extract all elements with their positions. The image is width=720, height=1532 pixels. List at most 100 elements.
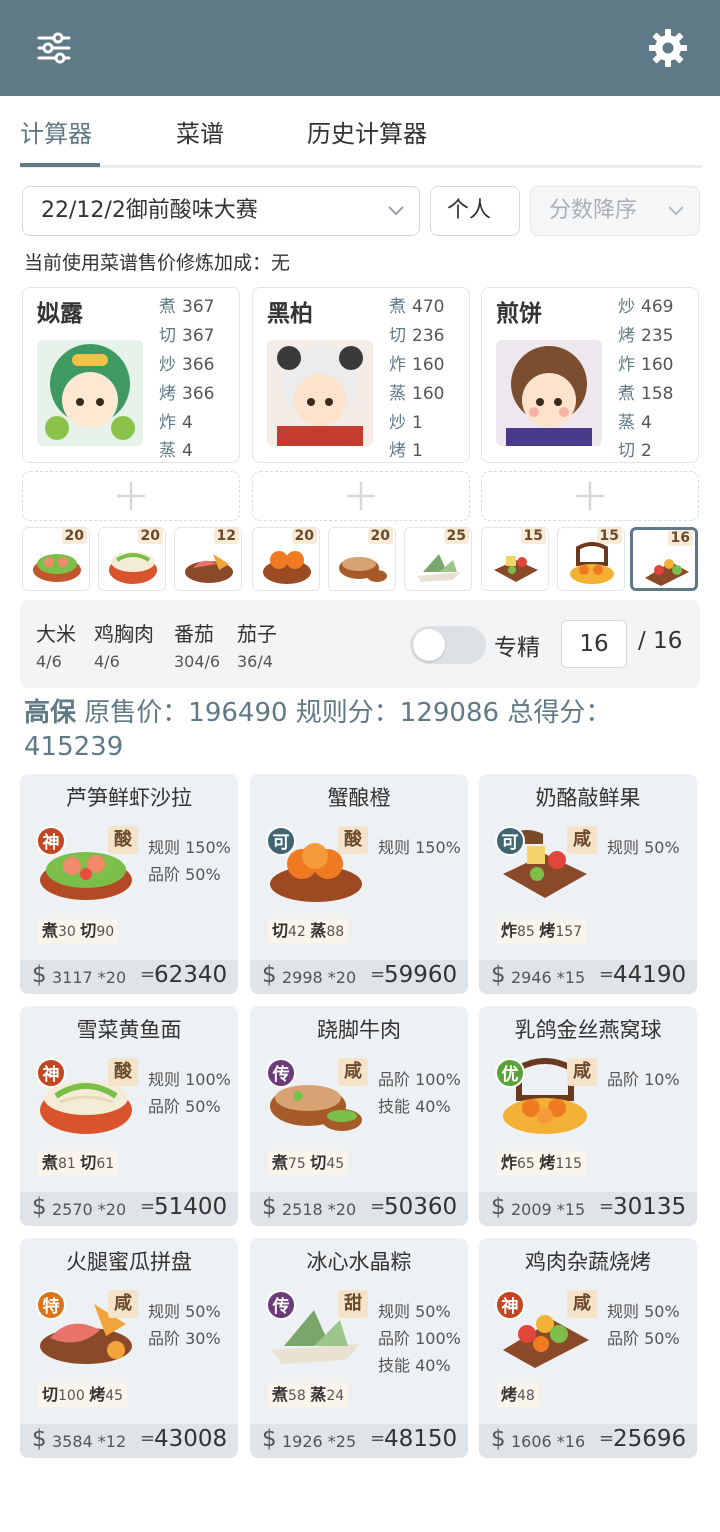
sort-select[interactable]: 分数降序 (530, 186, 700, 236)
tab-calculator[interactable]: 计算器 (20, 114, 92, 149)
dish-card[interactable]: 鸡肉杂蔬烧烤神 咸规则 50% 品阶 50% 烤48 $1606 *16 = 25696 (479, 1238, 697, 1458)
req-skill: 切 (42, 1385, 59, 1404)
ingredient-panel: 大米 4/6 鸡胸肉 4/6 番茄 304/6 茄子 36/4 专精 16 / … (20, 600, 700, 688)
req-skill: 炸 (501, 1153, 518, 1172)
beef-soup-icon (339, 557, 387, 582)
chef-skill: 炸 160 (618, 355, 674, 375)
price-quantity: 2570 *20 (52, 1200, 127, 1219)
ingredient-name: 番茄 (174, 622, 214, 646)
chef-card[interactable]: 黑柏 煮 470 切 236 炸 160 蒸 160 炒1 烤1 (252, 287, 470, 463)
summary-text: 原售价：196490 规则分：129086 总得分：415239 (24, 698, 612, 762)
price-quantity: 2009 *15 (511, 1200, 586, 1219)
tab-recipes[interactable]: 菜谱 (176, 114, 224, 149)
price-bar: $2570 *20 = 51400 (20, 1192, 238, 1226)
price-bar: $3117 *20 = 62340 (20, 960, 238, 994)
dish-card[interactable]: 乳鸽金丝燕窝球优 咸品阶 10% 炸65 烤115 $2009 *15 = 30135 (479, 1006, 697, 1226)
rarity-badge: 神 (495, 1290, 525, 1320)
dish-buff: 品阶 50% (148, 1097, 221, 1116)
dollar-icon: $ (262, 962, 277, 988)
rarity-badge: 可 (266, 826, 296, 856)
rarity-badge: 传 (266, 1058, 296, 1088)
dish-title: 火腿蜜瓜拼盘 (66, 1250, 192, 1274)
price-bar: $2009 *15 = 30135 (479, 1192, 697, 1226)
recipe-thumb[interactable]: 25 (404, 527, 472, 591)
recipe-thumb[interactable]: 20 (98, 527, 166, 591)
ham-melon-icon (185, 554, 233, 583)
bonus-text: 当前使用菜谱售价修炼加成：无 (24, 252, 291, 274)
tab-history-calculator[interactable]: 历史计算器 (307, 114, 427, 149)
dish-card[interactable]: 芦笋鲜虾沙拉神 酸规则 150% 品阶 50% 煮30 切90 $3117 *20 = 62… (20, 774, 238, 994)
chef-name: 黑柏 (267, 301, 313, 327)
rarity-badge: 神 (36, 826, 66, 856)
equals-sign: = (370, 1428, 386, 1449)
chef-skill: 切2 (618, 441, 652, 461)
specialize-toggle[interactable] (410, 626, 486, 664)
recipe-thumb[interactable]: 12 (174, 527, 242, 591)
price-total: 43008 (154, 1426, 228, 1452)
dish-card[interactable]: 火腿蜜瓜拼盘特 咸规则 50% 品阶 30% 切100 烤45 $3584 *12 = 43… (20, 1238, 238, 1458)
dollar-icon: $ (491, 962, 506, 988)
plus-icon (347, 482, 375, 510)
taste-badge: 酸 (108, 1058, 138, 1086)
equals-sign: = (599, 964, 615, 985)
recipe-thumb[interactable]: 15 (481, 527, 549, 591)
dish-card[interactable]: 跷脚牛肉传 咸品阶 100% 技能 40% 煮75 切45 $2518 *20 = 5036… (250, 1006, 468, 1226)
add-equipment-slot[interactable] (481, 471, 699, 521)
recipe-thumb[interactable]: 20 (22, 527, 90, 591)
recipe-thumb[interactable]: 20 (328, 527, 396, 591)
dish-title: 蟹酿橙 (327, 786, 391, 810)
add-equipment-slot[interactable] (252, 471, 470, 521)
chef-skill: 烤 366 (159, 384, 215, 404)
taste-badge: 咸 (338, 1058, 368, 1086)
plus-icon (117, 482, 145, 510)
sliders-icon[interactable] (30, 24, 78, 72)
recipe-thumb[interactable]: 20 (252, 527, 320, 591)
dish-card[interactable]: 奶酪敲鲜果可 咸规则 50% 炸85 烤157 $2946 *15 = 44190 (479, 774, 697, 994)
dish-buff: 规则 150% (148, 838, 231, 857)
dish-title: 奶酪敲鲜果 (535, 786, 641, 810)
dish-card[interactable]: 蟹酿橙可 酸规则 150% 切42 蒸88 $2998 *20 = 59960 (250, 774, 468, 994)
taste-badge: 酸 (338, 826, 368, 854)
chef-skill: 煮 367 (159, 297, 215, 317)
mode-select-value: 个人 (447, 198, 492, 223)
event-select[interactable]: 22/12/2御前酸味大赛 (22, 186, 420, 236)
price-bar: $2946 *15 = 44190 (479, 960, 697, 994)
dish-title: 冰心水晶粽 (306, 1250, 412, 1274)
req-skill: 煮 (42, 921, 59, 940)
dish-title: 鸡肉杂蔬烧烤 (525, 1250, 651, 1274)
req-value: 115 (555, 1156, 583, 1172)
mode-select[interactable]: 个人 (430, 186, 520, 236)
chef-skill: 切 236 (389, 326, 445, 346)
recipe-thumb[interactable]: 15 (557, 527, 625, 591)
chef-skill: 炒1 (389, 413, 423, 433)
ingredient-value: 4/6 (94, 652, 120, 671)
req-value: 42 (288, 924, 306, 940)
chef-card[interactable]: 煎饼 炒 469 烤 235 炸 160 煮 158 蒸4 切2 (481, 287, 699, 463)
price-quantity: 1926 *25 (282, 1432, 357, 1451)
recipe-thumb-selected[interactable]: 16 (630, 527, 698, 591)
dish-title: 乳鸽金丝燕窝球 (514, 1018, 662, 1042)
chef-card[interactable]: 姒露 煮 367 切 367 炒 366 烤 366 炸4 蒸4 (22, 287, 240, 463)
gear-icon[interactable] (644, 24, 692, 72)
skill-requirements: 煮81 切61 (38, 1151, 119, 1175)
dish-card[interactable]: 冰心水晶粽传 甜规则 50% 品阶 100% 技能 40% 煮58 蒸24 $1926 *… (250, 1238, 468, 1458)
recipe-count-input[interactable]: 16 (561, 620, 627, 668)
req-skill: 切 (80, 1153, 97, 1172)
req-value: 75 (288, 1156, 306, 1172)
equals-sign: = (140, 964, 156, 985)
rarity-badge: 神 (36, 1058, 66, 1088)
req-value: 45 (105, 1388, 124, 1404)
add-equipment-slot[interactable] (22, 471, 240, 521)
price-quantity: 2518 *20 (282, 1200, 357, 1219)
chef-skill: 炒 469 (618, 297, 674, 317)
ingredient-value: 36/4 (237, 652, 273, 671)
dish-card[interactable]: 雪菜黄鱼面神 酸规则 100% 品阶 50% 煮81 切61 $2570 *20 = 514… (20, 1006, 238, 1226)
score-summary: 高保 原售价：196490 规则分：129086 总得分：415239 (24, 696, 704, 764)
taste-badge: 咸 (108, 1290, 138, 1318)
salad-icon (33, 554, 81, 582)
price-total: 30135 (613, 1194, 687, 1220)
plus-icon (576, 482, 604, 510)
price-total: 62340 (154, 962, 228, 988)
req-skill: 炸 (501, 921, 518, 940)
cheese-fruit-icon (494, 556, 538, 582)
